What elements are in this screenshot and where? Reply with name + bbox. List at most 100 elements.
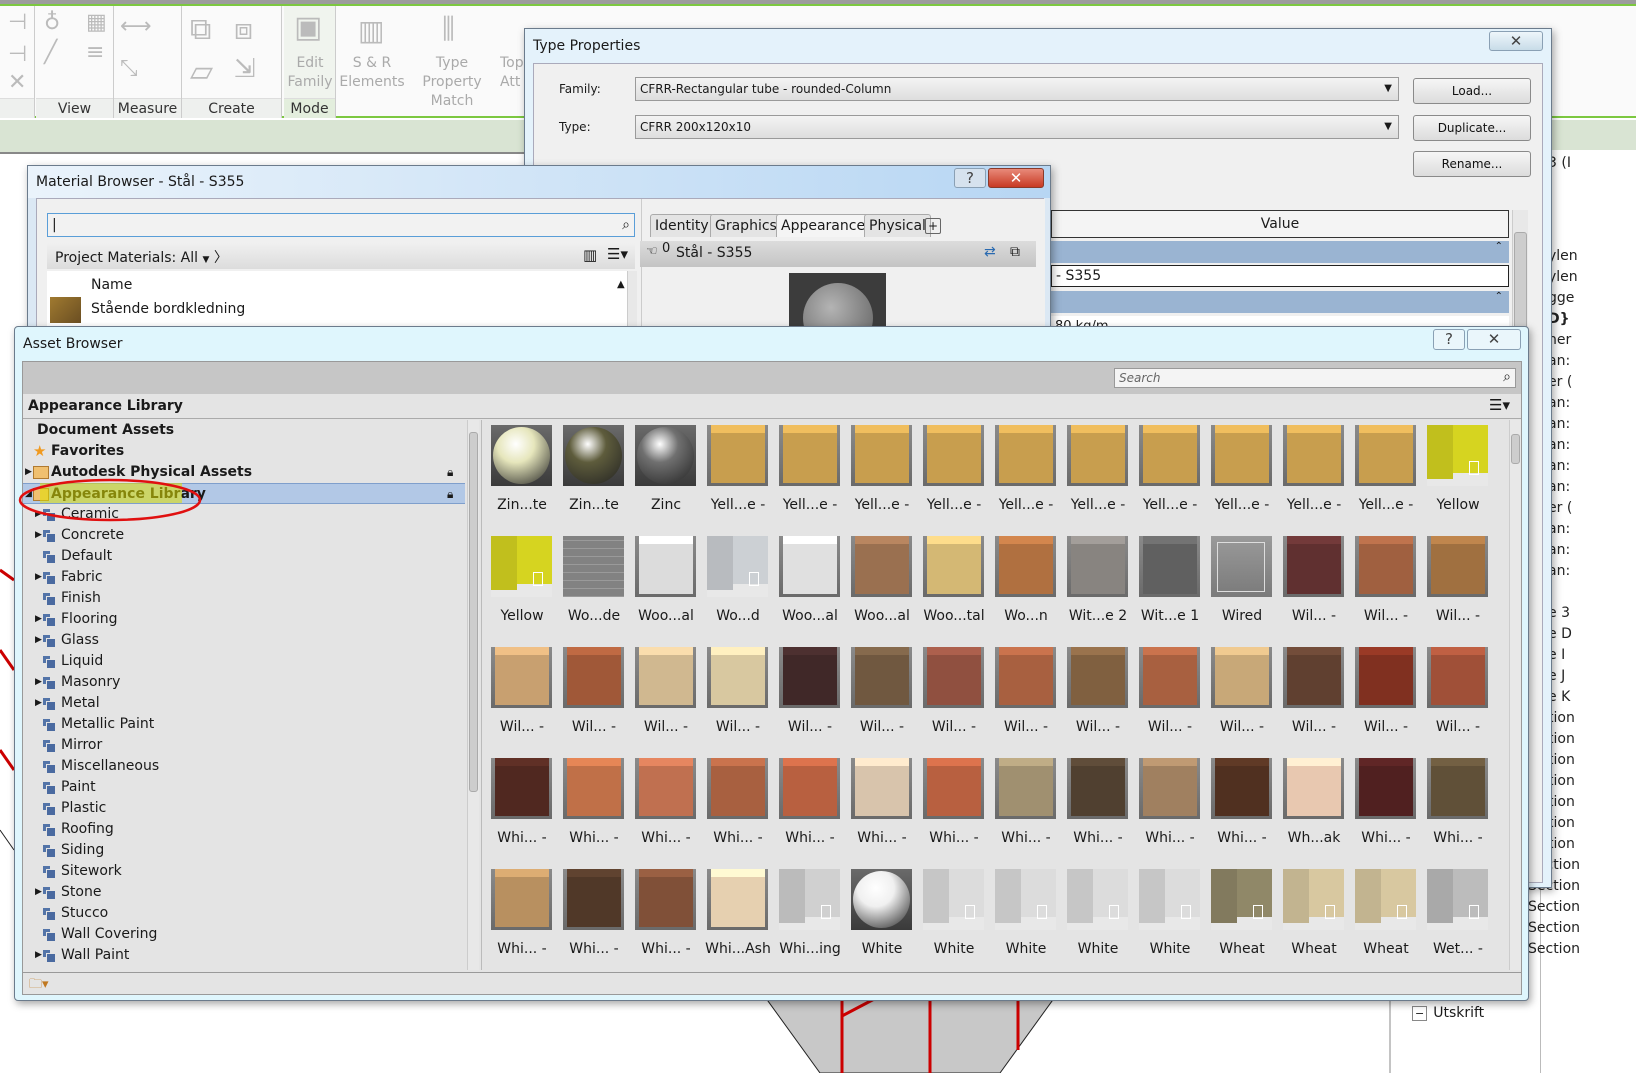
collapse-icon[interactable]: ⌃ xyxy=(1495,291,1503,302)
tree-item-sitework[interactable]: Sitework xyxy=(23,861,465,882)
collapse-icon[interactable]: − xyxy=(1412,1006,1428,1021)
tab-physical[interactable]: Physical xyxy=(864,214,931,237)
rename-button[interactable]: Rename... xyxy=(1413,151,1531,177)
asset-tile[interactable]: Whi... - xyxy=(1138,758,1210,869)
asset-tile[interactable]: Wet... - xyxy=(1426,869,1498,970)
asset-tile[interactable]: Wil... - xyxy=(490,647,562,758)
tree-item-appearance-library[interactable]: ◢ Appearance Library 🔒︎ xyxy=(23,483,465,504)
asset-tile[interactable]: Wil... - xyxy=(1066,647,1138,758)
grid-scrollbar[interactable] xyxy=(1509,420,1521,970)
tree-item-liquid[interactable]: Liquid xyxy=(23,651,465,672)
asset-tile[interactable]: Wil... - xyxy=(922,647,994,758)
asset-tile[interactable]: Yellow xyxy=(490,536,562,647)
project-browser-item[interactable]: Section xyxy=(1528,899,1580,915)
project-browser-item[interactable]: tion xyxy=(1548,794,1575,810)
help-button[interactable]: ? xyxy=(1433,329,1465,350)
tree-item-wall-paint[interactable]: ▶ Wall Paint xyxy=(23,945,465,966)
asset-tile[interactable]: Yell...e - xyxy=(1282,425,1354,536)
close-button[interactable]: ✕ xyxy=(1467,329,1521,350)
asset-tile[interactable]: Whi... - xyxy=(490,869,562,970)
asset-tile[interactable]: Wil... - xyxy=(850,647,922,758)
project-browser-item[interactable]: tion xyxy=(1548,836,1575,852)
measure-icon[interactable]: ⟷ xyxy=(120,14,152,39)
asset-tile[interactable]: Woo...al xyxy=(850,536,922,647)
asset-tile[interactable]: Wil... - xyxy=(706,647,778,758)
delete-icon[interactable]: ✕ xyxy=(8,70,26,95)
name-column-header[interactable]: Name xyxy=(91,277,132,293)
asset-tile[interactable]: Yell...e - xyxy=(706,425,778,536)
tree-item-wall-covering[interactable]: Wall Covering xyxy=(23,924,465,945)
asset-tile[interactable]: Whi... - xyxy=(778,758,850,869)
close-button[interactable]: ✕ xyxy=(988,168,1044,188)
asset-tile[interactable]: Whi... - xyxy=(1066,758,1138,869)
project-browser-item-utskrift[interactable]: − Utskrift xyxy=(1412,1005,1484,1021)
expand-arrow-icon[interactable]: ▶ xyxy=(35,672,42,693)
tree-item-paint[interactable]: Paint xyxy=(23,777,465,798)
expand-arrow-icon[interactable]: ▶ xyxy=(35,504,42,525)
project-browser-item[interactable]: ylen xyxy=(1548,269,1578,285)
asset-tile[interactable]: Whi... - xyxy=(1210,758,1282,869)
s-r-elements-button[interactable]: S & R Elements xyxy=(338,54,406,92)
expand-arrow-icon[interactable]: ▶ xyxy=(35,882,42,903)
asset-tile[interactable]: Wil... - xyxy=(778,647,850,758)
asset-tile[interactable]: Yell...e - xyxy=(1210,425,1282,536)
asset-tile[interactable]: Whi...Ash xyxy=(705,869,778,970)
expand-arrow-icon[interactable]: ▶ xyxy=(35,945,42,966)
asset-tile[interactable]: Zin...te xyxy=(490,425,562,536)
expand-arrow-icon[interactable]: ▶ xyxy=(35,525,42,546)
asset-tile[interactable]: Yell...e - xyxy=(994,425,1066,536)
type-property-match-button[interactable]: Type Property Match xyxy=(406,54,498,111)
asset-tile[interactable]: Wil... - xyxy=(562,647,634,758)
asset-tile[interactable]: White xyxy=(1138,869,1210,970)
asset-tile[interactable]: Wil... - xyxy=(634,647,706,758)
panel-toggle-icon[interactable]: ▥ xyxy=(583,246,597,264)
tab-appearance[interactable]: Appearance xyxy=(776,214,871,237)
expand-arrow-icon[interactable]: ▶ xyxy=(35,630,42,651)
asset-search-input[interactable]: Search ⌕ xyxy=(1114,368,1516,388)
project-browser-item[interactable]: Section xyxy=(1528,920,1580,936)
tab-identity[interactable]: Identity xyxy=(650,214,714,237)
create-parts-icon[interactable]: ▱ xyxy=(190,54,213,89)
asset-tile[interactable]: Whi... - xyxy=(922,758,994,869)
create-group-icon[interactable]: ⧉ xyxy=(190,12,211,47)
project-browser-item[interactable]: tion xyxy=(1548,815,1575,831)
project-materials-filter[interactable]: Project Materials: All ▼ 〉 xyxy=(55,247,228,267)
asset-tile[interactable]: White xyxy=(922,869,994,970)
edit-family-button[interactable]: Edit Family xyxy=(284,54,336,92)
expand-arrow-icon[interactable]: ▶ xyxy=(35,693,42,714)
tree-item-concrete[interactable]: ▶ Concrete xyxy=(23,525,465,546)
asset-tile[interactable]: Whi... - xyxy=(1426,758,1498,869)
asset-tile[interactable]: Whi... - xyxy=(562,758,634,869)
asset-tile[interactable]: Yell...e - xyxy=(1354,425,1426,536)
asset-tile[interactable]: Whi... - xyxy=(706,758,778,869)
parameter-group-row[interactable]: ⌃ xyxy=(1051,291,1509,313)
collapse-arrow-icon[interactable]: ◢ xyxy=(25,484,32,505)
tree-item-finish[interactable]: Finish xyxy=(23,588,465,609)
value-column-header[interactable]: Value xyxy=(1051,210,1509,238)
help-button[interactable]: ? xyxy=(954,168,986,188)
asset-tile[interactable]: Wil... - xyxy=(1354,536,1426,647)
type-select[interactable]: CFRR 200x120x10 ▼ xyxy=(635,115,1399,139)
load-button[interactable]: Load... xyxy=(1413,78,1531,104)
asset-tile[interactable]: Whi... - xyxy=(634,758,706,869)
tree-item-default[interactable]: Default xyxy=(23,546,465,567)
asset-tile[interactable]: Yell...e - xyxy=(1066,425,1138,536)
asset-tile[interactable]: Woo...tal xyxy=(922,536,994,647)
asset-tile[interactable]: Whi...ing xyxy=(778,869,850,970)
view-options-icon[interactable]: ☰▾ xyxy=(1489,396,1510,414)
duplicate-button[interactable]: Duplicate... xyxy=(1413,115,1531,141)
asset-tile[interactable]: Woo...al xyxy=(634,536,706,647)
material-value-cell[interactable]: - S355 xyxy=(1051,265,1509,287)
tree-item-fabric[interactable]: ▶ Fabric xyxy=(23,567,465,588)
lightbulb-icon[interactable]: ♁ xyxy=(44,10,60,35)
asset-tile[interactable]: Whi... - xyxy=(1354,758,1426,869)
search-icon[interactable]: ⌕ xyxy=(1503,369,1511,385)
asset-tile[interactable]: Yell...e - xyxy=(778,425,850,536)
asset-tile[interactable]: Woo...al xyxy=(778,536,850,647)
asset-tile[interactable]: Wil... - xyxy=(1426,647,1498,758)
asset-tile[interactable]: White xyxy=(850,869,922,970)
asset-tile[interactable]: Whi... - xyxy=(634,869,706,970)
asset-tile[interactable]: Wheat xyxy=(1354,869,1426,970)
project-browser-item[interactable]: tion xyxy=(1548,752,1575,768)
asset-tile[interactable]: Wh...ak xyxy=(1282,758,1354,869)
